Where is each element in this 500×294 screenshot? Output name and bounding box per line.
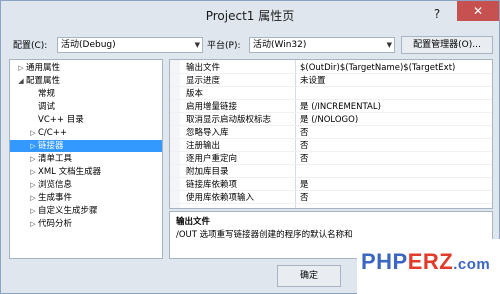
ok-button[interactable]: 确定 [277,265,341,287]
watermark-part: ERZ [407,249,454,274]
category-tree: ▷ 通用属性 ◢ 配置属性 常规 调试 VC++ 目录 ▷ C/C++ ▷ 链接器 ▷ 清… [9,59,163,259]
tree-item-linker[interactable]: ▷ 链接器 [10,140,162,152]
close-button[interactable]: ✕ [457,1,499,21]
tree-item-label: C/C++ [38,128,67,138]
tree-item-label: 调试 [38,102,56,112]
tree-item-code-analysis[interactable]: ▷ 代码分析 [10,218,72,230]
description-title: 输出文件 [176,217,211,227]
expand-icon[interactable]: ▷ [28,205,38,217]
description-text: /OUT 选项重写链接器创建的程序的默认名称和 [176,230,353,240]
tree-item-custom-build[interactable]: ▷ 自定义生成步骤 [10,205,98,217]
expand-icon[interactable]: ▷ [28,192,38,204]
tree-item-label: 代码分析 [38,219,73,229]
watermark-part: .com [453,256,491,273]
table-row[interactable]: 注册输出 否 [170,140,492,152]
tree-item-label: 链接器 [38,141,64,151]
tree-item-manifest-tool[interactable]: ▷ 清单工具 [10,153,72,165]
property-name: 逐用户重定向 [186,154,238,164]
table-row[interactable]: 链接库依赖项 是 [170,179,492,191]
help-button[interactable]: ? [429,5,445,23]
tree-item-label: 浏览信息 [38,180,73,190]
tree-item-label: 配置属性 [26,76,61,86]
tree-item-debugging[interactable]: 调试 [10,101,55,113]
property-name: 取消显示启动版权标志 [186,115,272,125]
property-name: 使用库依赖项输入 [186,193,255,203]
title-bar: Project1 属性页 ? ✕ [1,1,499,29]
tree-item-xml-doc[interactable]: ▷ XML 文档生成器 [10,166,101,178]
tree-item-general[interactable]: 常规 [10,88,55,100]
property-value[interactable]: 未设置 [300,75,326,87]
property-value[interactable]: 否 [300,153,309,165]
collapse-icon[interactable]: ◢ [16,75,26,87]
expand-icon[interactable]: ▷ [28,218,38,230]
watermark-part: PHP [361,249,408,274]
tree-item-label: 常规 [38,89,56,99]
table-row[interactable]: 输出文件 $(OutDir)$(TargetName)$(TargetExt) [170,62,492,74]
config-select[interactable]: 活动(Debug) ▼ [57,37,203,53]
property-name: 链接库依赖项 [186,180,238,190]
expand-icon[interactable]: ▷ [28,153,38,165]
content-area: ▷ 通用属性 ◢ 配置属性 常规 调试 VC++ 目录 ▷ C/C++ ▷ 链接器 ▷ 清… [9,59,493,259]
property-name: 版本 [186,89,204,99]
chevron-down-icon: ▼ [194,41,200,49]
expand-icon[interactable]: ▷ [28,140,38,152]
table-row[interactable]: 显示进度 未设置 [170,75,492,87]
expand-icon[interactable]: ▷ [28,166,38,178]
platform-select[interactable]: 活动(Win32) ▼ [249,37,395,53]
tree-item-c-cpp[interactable]: ▷ C/C++ [10,127,67,139]
config-toolbar: 配置(C): 活动(Debug) ▼ 平台(P): 活动(Win32) ▼ 配置… [1,33,499,55]
tree-item-vc-dirs[interactable]: VC++ 目录 [10,114,84,126]
property-value[interactable]: $(OutDir)$(TargetName)$(TargetExt) [300,62,455,74]
platform-label: 平台(P): [207,41,241,51]
property-grid: 输出文件 $(OutDir)$(TargetName)$(TargetExt) … [169,59,493,209]
tree-item-common-props[interactable]: ▷ 通用属性 [10,62,60,74]
tree-item-label: XML 文档生成器 [38,167,102,177]
table-row[interactable]: 逐用户重定向 否 [170,153,492,165]
table-row[interactable]: 忽略导入库 否 [170,127,492,139]
property-value[interactable]: 否 [300,140,309,152]
expand-icon[interactable]: ▷ [16,62,26,74]
table-row[interactable]: 启用增量链接 是 (/INCREMENTAL) [170,101,492,113]
expand-icon[interactable]: ▷ [28,127,38,139]
property-name: 忽略导入库 [186,128,229,138]
property-name: 输出文件 [186,63,221,73]
tree-item-label: 清单工具 [38,154,73,164]
property-value[interactable]: 是 (/NOLOGO) [300,114,358,126]
property-value[interactable]: 否 [300,192,309,204]
watermark-logo: PHPERZ.com [361,249,490,275]
tree-item-label: 通用属性 [26,63,61,73]
property-value[interactable]: 否 [300,127,309,139]
tree-item-label: VC++ 目录 [38,115,84,125]
tree-item-browse-info[interactable]: ▷ 浏览信息 [10,179,72,191]
properties-dialog: Project1 属性页 ? ✕ 配置(C): 活动(Debug) ▼ 平台(P… [0,0,500,294]
platform-select-value: 活动(Win32) [253,40,307,50]
tree-item-build-events[interactable]: ▷ 生成事件 [10,192,72,204]
table-row[interactable]: 版本 [170,88,492,100]
config-label: 配置(C): [13,41,48,51]
property-name: 显示进度 [186,76,221,86]
property-name: 注册输出 [186,141,221,151]
table-row[interactable]: 使用库依赖项输入 否 [170,192,492,204]
table-row[interactable]: 附加库目录 [170,166,492,178]
property-value[interactable]: 是 [300,179,309,191]
config-manager-button[interactable]: 配置管理器(O)... [401,36,493,54]
window-title: Project1 属性页 [205,9,295,23]
tree-item-config-props[interactable]: ◢ 配置属性 [10,75,60,87]
property-name: 附加库目录 [186,167,229,177]
table-row[interactable]: 取消显示启动版权标志 是 (/NOLOGO) [170,114,492,126]
property-value[interactable]: 是 (/INCREMENTAL) [300,101,381,113]
config-select-value: 活动(Debug) [61,40,116,50]
chevron-down-icon: ▼ [386,41,392,49]
tree-item-label: 生成事件 [38,193,73,203]
tree-item-label: 自定义生成步骤 [38,206,98,216]
expand-icon[interactable]: ▷ [28,179,38,191]
property-name: 启用增量链接 [186,102,238,112]
